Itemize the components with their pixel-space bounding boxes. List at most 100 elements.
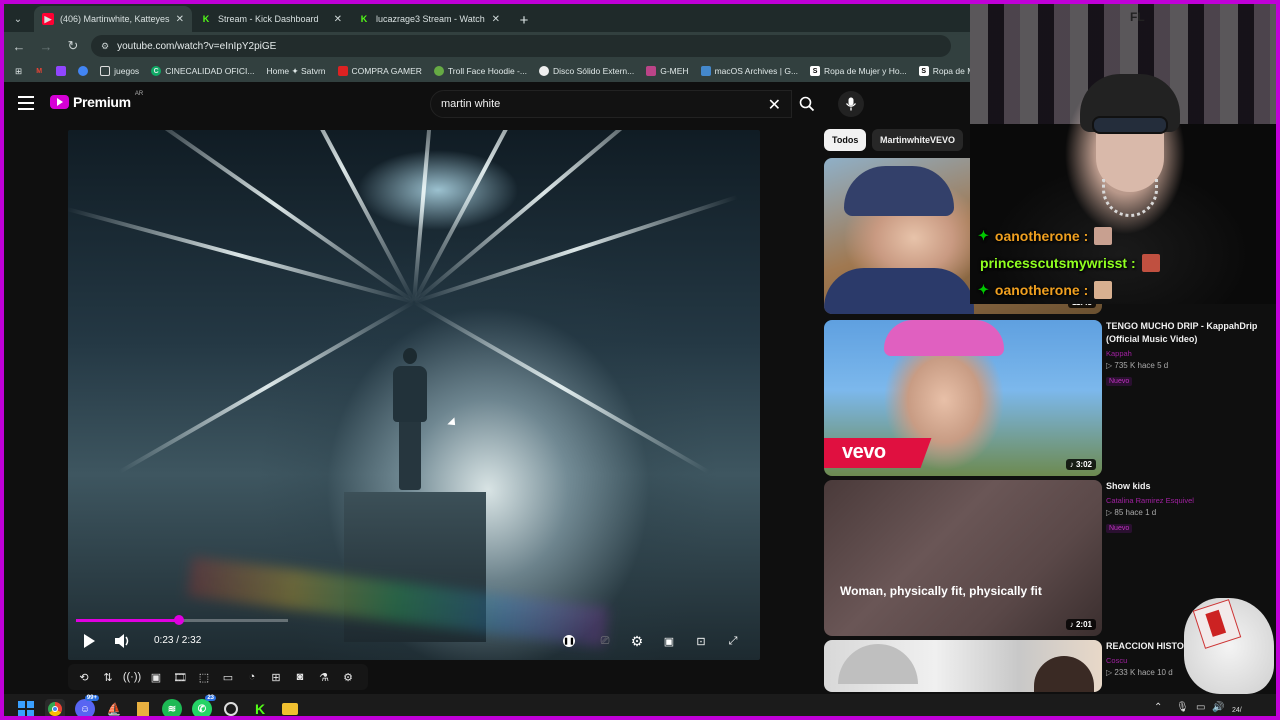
chevron-up-icon[interactable]: ⌃ <box>1154 702 1162 713</box>
clock[interactable]: 24/ <box>1232 707 1242 714</box>
folder-icon[interactable] <box>280 699 300 716</box>
tab-search-chevron-icon[interactable]: ⌄ <box>8 9 28 29</box>
gear-icon[interactable]: ⚙ <box>338 668 358 686</box>
file-explorer-pin-icon[interactable] <box>133 699 153 716</box>
video-thumbnail[interactable]: Woman, physically fit, physically fit ♪ … <box>824 480 1102 636</box>
new-badge: Nuevo <box>1106 524 1133 533</box>
tab-label: (406) Martinwhite, Katteyes - P <box>60 14 170 24</box>
tab-kick-stream[interactable]: K lucazrage3 Stream - Watch Live ✕ <box>350 6 508 32</box>
film-icon[interactable]: 🎞 <box>170 668 190 686</box>
broadcast-icon[interactable]: ((·)) <box>122 668 142 686</box>
twitch-icon[interactable] <box>51 66 71 76</box>
scrubber-handle[interactable] <box>173 615 184 625</box>
video-progress-bar[interactable] <box>76 615 288 625</box>
video-thumbnail[interactable] <box>824 640 1102 692</box>
whatsapp-icon[interactable]: ✆ 23 <box>192 695 216 716</box>
close-icon[interactable]: ✕ <box>176 14 184 25</box>
time-display: 0:23 / 2:32 <box>154 635 202 646</box>
screen-frame: ⌄ ▶ (406) Martinwhite, Katteyes - P ✕ K … <box>0 0 1280 720</box>
bookmark-satvrn[interactable]: Home ✦ Satvrn <box>261 66 330 77</box>
bookmark-troll-face[interactable]: Troll Face Hoodie -... <box>429 66 532 76</box>
miniplayer-button[interactable]: ▣ <box>658 631 680 651</box>
add-frame-icon[interactable]: ⊞ <box>266 668 286 686</box>
performer-silhouette <box>392 348 428 492</box>
fullscreen-button[interactable]: ⤢ <box>722 631 744 651</box>
youtube-header: Premium AR martin white ✕ <box>4 82 972 126</box>
windows-start-icon[interactable] <box>16 699 36 716</box>
spotify-icon[interactable]: ≋ <box>162 699 182 716</box>
chip-all[interactable]: Todos <box>824 129 867 151</box>
jacket-shape <box>824 268 974 314</box>
steam-icon[interactable]: ⛵ <box>104 699 124 716</box>
progress-fill <box>76 619 179 622</box>
site-info-icon[interactable]: ⚙ <box>101 41 109 52</box>
bookmark-disco-solido[interactable]: Disco Sólido Extern... <box>534 66 639 76</box>
bookmark-compra-gamer[interactable]: COMPRA GAMER <box>333 66 427 76</box>
video-title[interactable]: TENGO MUCHO DRIP - KappahDrip (Official … <box>1106 320 1276 346</box>
light-ray <box>412 130 676 304</box>
sort-icon[interactable]: ⇅ <box>98 668 118 686</box>
gear-icon: ⚙ <box>630 632 644 649</box>
obs-icon[interactable] <box>221 699 241 716</box>
cast-button[interactable]: ⊡ <box>690 631 712 651</box>
video-thumbnail[interactable]: vevo ♪ 3:02 <box>824 320 1102 476</box>
chip-channel[interactable]: MartinwhiteVEVO <box>872 129 964 151</box>
speaker-icon[interactable]: 🔊 <box>1212 702 1224 713</box>
network-icon[interactable]: ▭ <box>1196 702 1205 713</box>
video-player[interactable] <box>68 130 760 660</box>
camera-icon[interactable]: ◙ <box>290 668 310 686</box>
close-icon[interactable]: ✕ <box>492 14 500 25</box>
play-button[interactable] <box>78 631 100 651</box>
subtitles-button[interactable]: ⎚ <box>594 631 616 651</box>
tab-youtube[interactable]: ▶ (406) Martinwhite, Katteyes - P ✕ <box>34 6 192 32</box>
channel-name[interactable]: Kappah <box>1106 349 1276 358</box>
bookmark-juegos[interactable]: juegos <box>95 66 144 76</box>
tab-label: Stream - Kick Dashboard <box>218 14 319 24</box>
related-video-item[interactable]: vevo ♪ 3:02 TENGO MUCHO DRIP - KappahDri… <box>824 320 1276 476</box>
streamer-glasses <box>1092 116 1168 134</box>
bookmark-ropa-1[interactable]: S Ropa de Mujer y Ho... <box>805 66 912 76</box>
vevo-logo-text: vevo <box>842 441 886 463</box>
channel-name[interactable]: Catalina Ramirez Esquivel <box>1106 496 1276 505</box>
forward-icon[interactable]: → <box>34 34 58 58</box>
kick-icon[interactable]: K <box>250 699 270 716</box>
search-button[interactable] <box>792 90 822 118</box>
wall-sign: FL <box>1130 10 1145 24</box>
kick-icon: K <box>360 14 368 24</box>
new-tab-button[interactable]: + <box>512 8 536 32</box>
drive-icon[interactable] <box>73 66 93 76</box>
url-field[interactable]: ⚙ youtube.com/watch?v=eInIpY2piGE <box>91 35 951 57</box>
chrome-icon[interactable] <box>45 699 65 716</box>
search-input[interactable]: martin white ✕ <box>430 90 792 118</box>
youtube-premium-logo[interactable]: Premium AR <box>50 91 143 110</box>
gmail-icon[interactable]: M <box>29 66 49 76</box>
clear-search-icon[interactable]: ✕ <box>768 95 781 115</box>
speed-icon[interactable]: ◔ <box>242 668 262 686</box>
cast-icon: ⊡ <box>696 635 706 648</box>
loop-icon[interactable]: ⟲ <box>74 668 94 686</box>
bookmark-macos-archives[interactable]: macOS Archives | G... <box>696 66 803 76</box>
video-title[interactable]: Show kids <box>1106 480 1276 493</box>
microphone-icon[interactable]: 🎙 <box>1176 702 1189 713</box>
bookmark-cinecalidad[interactable]: C CINECALIDAD OFICI... <box>146 66 259 76</box>
reload-icon[interactable]: ↻ <box>61 34 85 58</box>
close-icon[interactable]: ✕ <box>334 14 342 25</box>
menu-icon[interactable] <box>18 96 34 110</box>
apps-icon[interactable]: ⊞ <box>10 66 27 77</box>
light-ray <box>413 300 710 474</box>
volume-button[interactable] <box>112 631 134 651</box>
settings-button[interactable]: ⚙ <box>626 631 648 651</box>
tab-kick-dashboard[interactable]: K Stream - Kick Dashboard ✕ <box>192 6 350 32</box>
voice-search-button[interactable] <box>838 91 864 117</box>
screenshot-icon[interactable]: ▣ <box>146 668 166 686</box>
flask-icon[interactable]: ⚗ <box>314 668 334 686</box>
back-icon[interactable]: ← <box>7 34 31 58</box>
crop-icon[interactable]: ⬚ <box>194 668 214 686</box>
miniplayer-icon: ▣ <box>663 635 675 648</box>
frame-icon[interactable]: ▭ <box>218 668 238 686</box>
bookmark-ropa-2[interactable]: SRopa de Mujer y H <box>914 66 972 76</box>
view-stats: ▷ 735 K hace 5 d <box>1106 361 1169 370</box>
bookmark-g-meh[interactable]: G-MEH <box>641 66 693 76</box>
discord-icon[interactable]: ☺ 99+ <box>75 695 99 716</box>
autoplay-toggle[interactable]: ❚❚ <box>558 631 580 651</box>
